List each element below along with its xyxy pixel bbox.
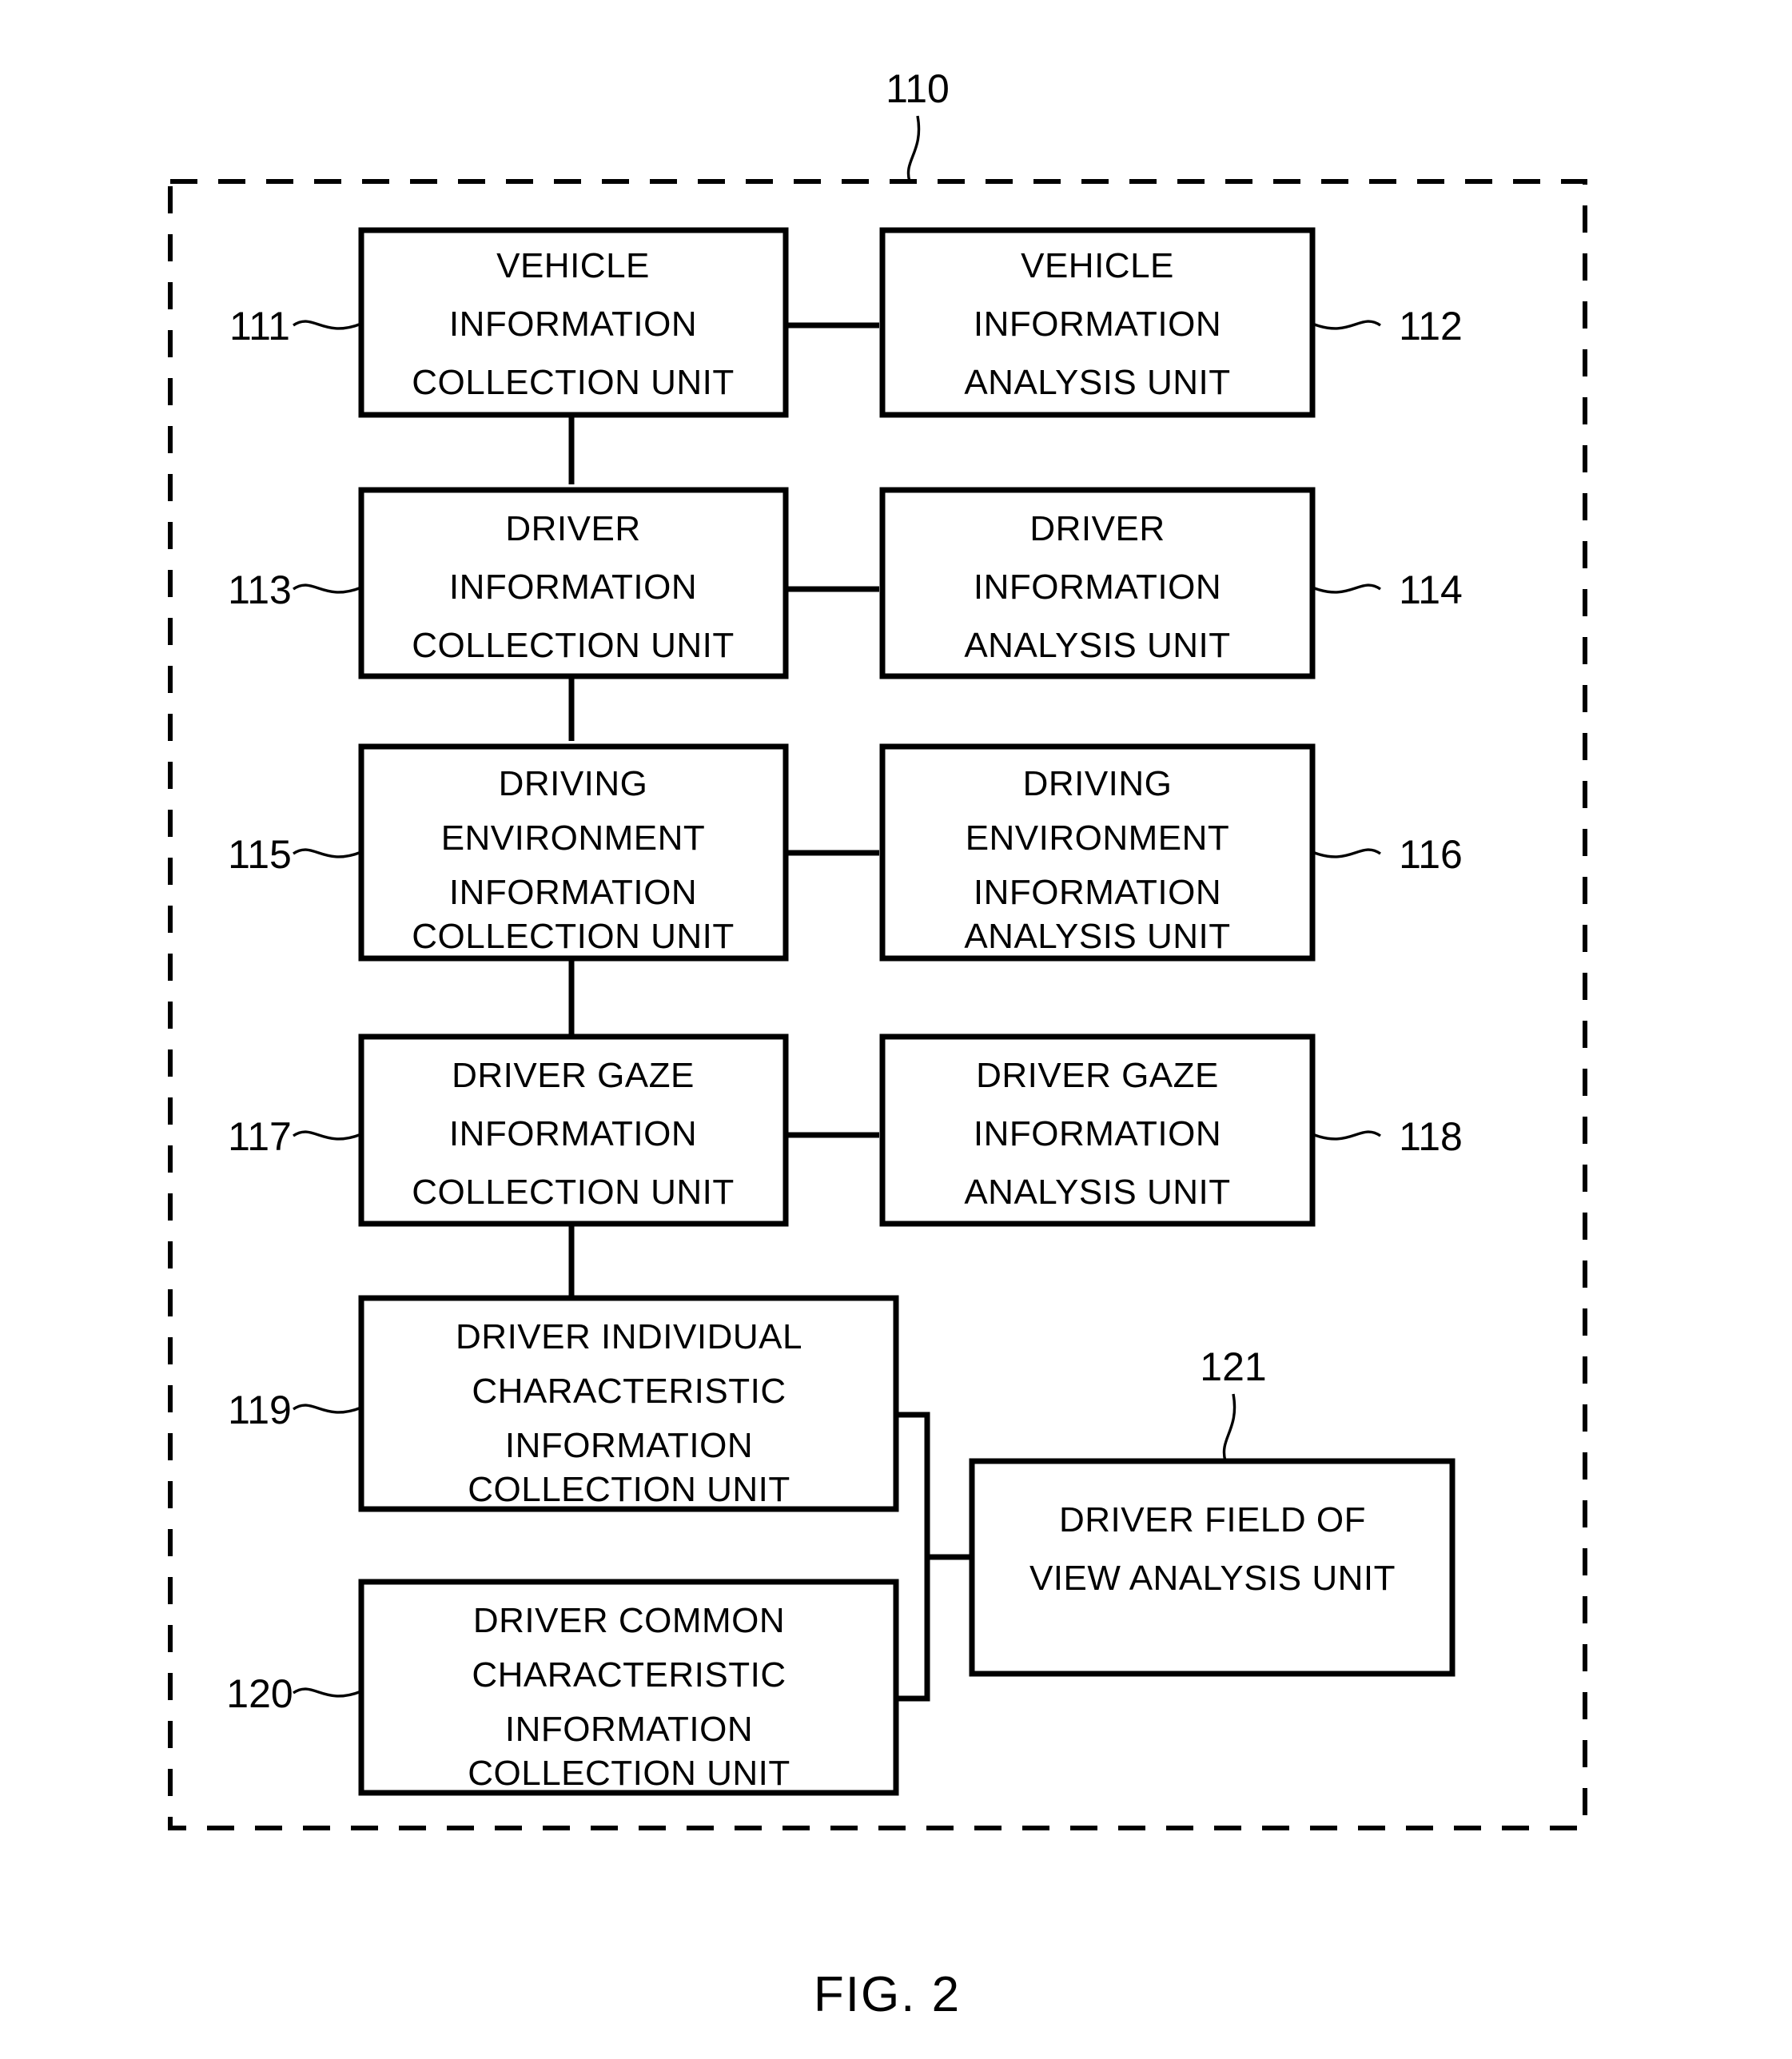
ref-number-115: 115 xyxy=(228,832,292,877)
block-113-line-2: COLLECTION UNIT xyxy=(412,626,735,665)
block-112-line-1: INFORMATION xyxy=(974,305,1221,344)
leader-line-120 xyxy=(293,1687,362,1698)
ref-number-114: 114 xyxy=(1399,568,1463,612)
block-120-line-0: DRIVER COMMON xyxy=(473,1601,785,1640)
block-119-line-3: COLLECTION UNIT xyxy=(468,1470,790,1509)
patent-figure: VEHICLE INFORMATION COLLECTION UNIT 111 … xyxy=(0,0,1792,2059)
block-113-line-0: DRIVER xyxy=(505,509,640,548)
ref-number-110: 110 xyxy=(886,66,950,111)
ref-number-119: 119 xyxy=(228,1388,292,1432)
figure-caption: FIG. 2 xyxy=(814,1967,961,2022)
block-121-line-0: DRIVER FIELD OF xyxy=(1059,1500,1366,1539)
block-112-line-0: VEHICLE xyxy=(1021,246,1174,285)
block-114-line-1: INFORMATION xyxy=(974,568,1221,607)
ref-number-111: 111 xyxy=(229,304,290,348)
leader-line-113 xyxy=(293,583,362,594)
block-116-line-1: ENVIRONMENT xyxy=(966,818,1230,858)
block-115-line-3: COLLECTION UNIT xyxy=(412,917,735,956)
block-111-line-2: COLLECTION UNIT xyxy=(412,363,735,402)
block-118-line-2: ANALYSIS UNIT xyxy=(964,1173,1230,1212)
ref-number-117: 117 xyxy=(228,1114,292,1159)
block-111-line-0: VEHICLE xyxy=(496,246,650,285)
ref-number-116: 116 xyxy=(1399,832,1463,877)
block-diagram-canvas: VEHICLE INFORMATION COLLECTION UNIT 111 … xyxy=(168,66,1587,2022)
block-116-line-2: INFORMATION xyxy=(974,873,1221,912)
leader-line-117 xyxy=(293,1130,362,1141)
connector-bracket-119-120 xyxy=(896,1412,930,1702)
block-117-line-2: COLLECTION UNIT xyxy=(412,1173,735,1212)
leader-line-121 xyxy=(1222,1393,1236,1462)
block-118-line-1: INFORMATION xyxy=(974,1114,1221,1153)
block-114-line-2: ANALYSIS UNIT xyxy=(964,626,1230,665)
leader-line-114 xyxy=(1312,583,1381,594)
block-118-line-0: DRIVER GAZE xyxy=(976,1056,1219,1095)
leader-line-110 xyxy=(906,115,921,182)
block-115-line-1: ENVIRONMENT xyxy=(441,818,706,858)
block-119-line-2: INFORMATION xyxy=(505,1426,753,1465)
block-117-line-0: DRIVER GAZE xyxy=(452,1056,695,1095)
leader-line-118 xyxy=(1312,1130,1381,1141)
ref-number-112: 112 xyxy=(1399,304,1463,348)
block-115-line-0: DRIVING xyxy=(499,764,648,803)
block-121-line-1: VIEW ANALYSIS UNIT xyxy=(1029,1559,1396,1598)
block-112-line-2: ANALYSIS UNIT xyxy=(964,363,1230,402)
leader-line-111 xyxy=(293,320,362,330)
block-117-line-1: INFORMATION xyxy=(449,1114,697,1153)
block-120-line-3: COLLECTION UNIT xyxy=(468,1754,790,1793)
block-120-line-2: INFORMATION xyxy=(505,1710,753,1749)
leader-line-116 xyxy=(1312,848,1381,858)
block-116-line-3: ANALYSIS UNIT xyxy=(964,917,1230,956)
block-111-line-1: INFORMATION xyxy=(449,305,697,344)
block-120-line-1: CHARACTERISTIC xyxy=(472,1655,786,1695)
block-115-line-2: INFORMATION xyxy=(449,873,697,912)
ref-number-120: 120 xyxy=(226,1671,293,1716)
block-114-line-0: DRIVER xyxy=(1029,509,1165,548)
block-119-line-1: CHARACTERISTIC xyxy=(472,1372,786,1411)
ref-number-113: 113 xyxy=(228,568,292,612)
block-119-line-0: DRIVER INDIVIDUAL xyxy=(456,1317,802,1356)
block-116-line-0: DRIVING xyxy=(1023,764,1173,803)
ref-number-118: 118 xyxy=(1399,1114,1463,1159)
leader-line-115 xyxy=(293,848,362,858)
ref-number-121: 121 xyxy=(1200,1344,1266,1389)
leader-line-119 xyxy=(293,1404,362,1414)
block-113-line-1: INFORMATION xyxy=(449,568,697,607)
leader-line-112 xyxy=(1312,320,1381,330)
